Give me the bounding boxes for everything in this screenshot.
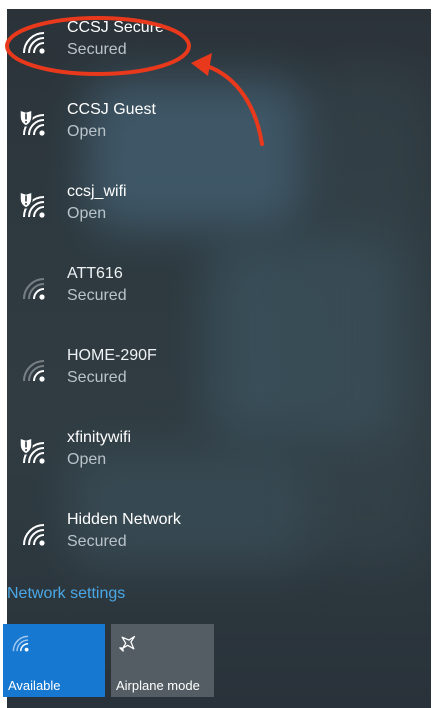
wifi-icon: [23, 278, 45, 300]
network-status: Open: [67, 123, 107, 140]
wifi-icon: [23, 524, 45, 546]
network-flyout: CCSJ Secure Secured CCSJ Guest Open ccsj…: [7, 9, 431, 708]
network-status: Open: [67, 451, 107, 468]
network-item-hidden-network[interactable]: Hidden Network Secured: [7, 501, 431, 583]
network-item-home-290f[interactable]: HOME-290F Secured: [7, 337, 431, 419]
network-ssid: CCSJ Secure: [67, 19, 164, 36]
network-item-ccsj-wifi[interactable]: ccsj_wifi Open: [7, 173, 431, 255]
network-settings-link[interactable]: Network settings: [7, 585, 125, 603]
wifi-shield-icon: [19, 437, 45, 464]
network-ssid: ccsj_wifi: [67, 183, 127, 200]
network-status: Secured: [67, 41, 127, 58]
airplane-icon: [119, 635, 136, 652]
quick-action-airplane-mode[interactable]: Airplane mode: [111, 624, 214, 697]
quick-action-label: Airplane mode: [116, 678, 200, 693]
network-ssid: Hidden Network: [67, 511, 181, 528]
network-status: Secured: [67, 533, 127, 550]
network-item-att616[interactable]: ATT616 Secured: [7, 255, 431, 337]
network-ssid: xfinitywifi: [67, 429, 132, 446]
network-status: Open: [67, 205, 107, 222]
network-item-ccsj-guest[interactable]: CCSJ Guest Open: [7, 91, 431, 173]
wifi-icon: [23, 32, 45, 54]
network-ssid: HOME-290F: [67, 347, 157, 364]
network-item-xfinitywifi[interactable]: xfinitywifi Open: [7, 419, 431, 501]
quick-action-available[interactable]: Available: [3, 624, 105, 697]
wifi-icon: [12, 635, 29, 652]
wifi-shield-icon: [19, 109, 45, 136]
wifi-icon: [23, 360, 45, 382]
network-ssid: ATT616: [67, 265, 123, 282]
network-status: Secured: [67, 369, 127, 386]
network-ssid: CCSJ Guest: [67, 101, 156, 118]
wifi-shield-icon: [19, 191, 45, 218]
network-item-ccsj-secure[interactable]: CCSJ Secure Secured: [7, 9, 431, 91]
quick-action-label: Available: [8, 678, 61, 693]
network-status: Secured: [67, 287, 127, 304]
